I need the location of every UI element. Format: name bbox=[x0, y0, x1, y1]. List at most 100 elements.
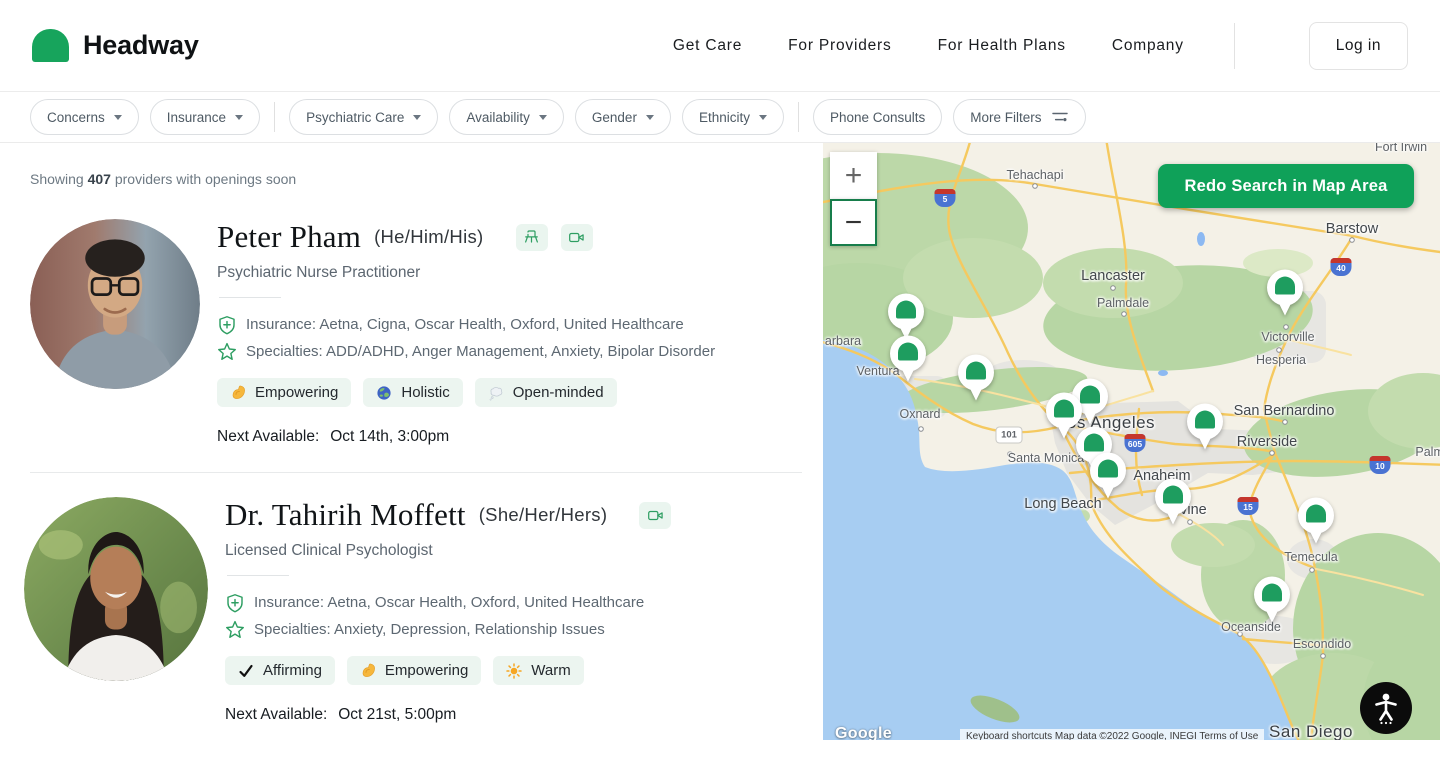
nav-for-providers[interactable]: For Providers bbox=[788, 37, 891, 55]
filter-label: Gender bbox=[592, 110, 637, 125]
nav-company[interactable]: Company bbox=[1112, 37, 1184, 55]
next-available-row: Next Available:Oct 21st, 5:00pm bbox=[225, 706, 671, 724]
map-city-label: Temecula bbox=[1284, 550, 1338, 564]
filter-insurance[interactable]: Insurance bbox=[150, 99, 260, 135]
headway-logo[interactable]: Headway bbox=[32, 29, 199, 62]
check-emoji bbox=[238, 663, 254, 679]
video-camera-icon bbox=[568, 229, 585, 246]
shield-plus-icon bbox=[217, 315, 237, 335]
provider-name[interactable]: Dr. Tahirih Moffett bbox=[225, 497, 466, 533]
map-city-label: San Diego bbox=[1269, 722, 1353, 740]
filter-label: Phone Consults bbox=[830, 110, 925, 125]
chair-icon bbox=[523, 229, 540, 246]
top-header: Headway Get Care For Providers For Healt… bbox=[0, 0, 1440, 92]
map-city-label: San Bernardino bbox=[1234, 403, 1335, 419]
nav-for-health-plans[interactable]: For Health Plans bbox=[938, 37, 1066, 55]
filter-more-filters[interactable]: More Filters bbox=[953, 99, 1085, 135]
headway-pin-icon bbox=[966, 362, 986, 380]
headway-pin-icon bbox=[1275, 277, 1295, 295]
map-pin[interactable] bbox=[1090, 453, 1126, 500]
headway-pin-icon bbox=[896, 301, 916, 319]
headway-pin-icon bbox=[1262, 584, 1282, 602]
google-logo[interactable]: Google bbox=[835, 725, 892, 740]
specialties-text: Specialties: ADD/ADHD, Anger Management,… bbox=[246, 338, 715, 365]
map-pin[interactable] bbox=[1187, 404, 1223, 451]
chevron-down-icon bbox=[759, 115, 767, 120]
chevron-down-icon bbox=[539, 115, 547, 120]
headway-pin-icon bbox=[1098, 460, 1118, 478]
brand-name: Headway bbox=[83, 30, 199, 61]
filter-divider bbox=[798, 102, 799, 132]
star-icon bbox=[225, 620, 245, 640]
chevron-down-icon bbox=[235, 115, 243, 120]
headway-pin-icon bbox=[1163, 486, 1183, 504]
filter-phone-consults[interactable]: Phone Consults bbox=[813, 99, 942, 135]
nav-get-care[interactable]: Get Care bbox=[673, 37, 742, 55]
filter-gender[interactable]: Gender bbox=[575, 99, 671, 135]
filter-divider bbox=[274, 102, 275, 132]
trait-badge: Empowering bbox=[217, 378, 351, 407]
provider-card[interactable]: Peter Pham (He/Him/His) Psychiatric Nurs… bbox=[30, 219, 803, 446]
in-person-session-chip bbox=[516, 224, 548, 251]
filter-label: More Filters bbox=[970, 110, 1041, 125]
highway-shield-icon: 40 bbox=[1331, 258, 1352, 276]
zoom-in-button[interactable]: + bbox=[830, 152, 877, 199]
provider-results-list: Showing 407 providers with openings soon bbox=[0, 143, 823, 777]
divider bbox=[219, 297, 281, 298]
headway-dome-icon bbox=[32, 29, 69, 62]
redo-search-button[interactable]: Redo Search in Map Area bbox=[1158, 164, 1414, 208]
headway-pin-icon bbox=[1084, 434, 1104, 452]
filter-ethnicity[interactable]: Ethnicity bbox=[682, 99, 784, 135]
provider-pronouns: (He/Him/His) bbox=[374, 226, 483, 248]
highway-shield-icon: 10 bbox=[1370, 456, 1391, 474]
video-session-chip bbox=[639, 502, 671, 529]
star-icon bbox=[217, 342, 237, 362]
map-pin[interactable] bbox=[888, 294, 924, 341]
filter-label: Ethnicity bbox=[699, 110, 750, 125]
accessibility-widget-button[interactable] bbox=[1360, 682, 1412, 734]
map-attribution[interactable]: Keyboard shortcuts Map data ©2022 Google… bbox=[960, 729, 1264, 740]
filter-concerns[interactable]: Concerns bbox=[30, 99, 139, 135]
map-pin[interactable] bbox=[890, 336, 926, 383]
next-available-value: Oct 21st, 5:00pm bbox=[338, 706, 456, 723]
trait-badge: Affirming bbox=[225, 656, 335, 685]
filter-label: Concerns bbox=[47, 110, 105, 125]
sun-emoji bbox=[506, 663, 522, 679]
login-button[interactable]: Log in bbox=[1309, 22, 1408, 70]
next-available-label: Next Available: bbox=[217, 428, 319, 445]
filter-availability[interactable]: Availability bbox=[449, 99, 564, 135]
provider-photo[interactable] bbox=[30, 219, 200, 389]
google-map[interactable]: Fort IrwinTehachapiBarstowLancasterPalmd… bbox=[823, 143, 1440, 740]
map-city-label: Tehachapi bbox=[1007, 168, 1064, 182]
results-summary: Showing 407 providers with openings soon bbox=[30, 171, 803, 187]
headway-search-page: Headway Get Care For Providers For Healt… bbox=[0, 0, 1440, 777]
map-pin[interactable] bbox=[958, 355, 994, 402]
provider-photo[interactable] bbox=[24, 497, 208, 681]
filter-lines-icon bbox=[1051, 110, 1069, 124]
provider-title: Psychiatric Nurse Practitioner bbox=[217, 264, 715, 282]
thought-bubble-emoji bbox=[488, 385, 504, 401]
main-nav: Get Care For Providers For Health Plans … bbox=[673, 22, 1408, 70]
map-city-label: Hesperia bbox=[1256, 353, 1306, 367]
filter-label: Insurance bbox=[167, 110, 226, 125]
trait-badge: Empowering bbox=[347, 656, 481, 685]
map-city-label: Santa Monica bbox=[1008, 451, 1084, 465]
headway-pin-icon bbox=[1054, 400, 1074, 418]
highway-shield-icon: 101 bbox=[997, 428, 1022, 443]
provider-name[interactable]: Peter Pham bbox=[217, 219, 361, 255]
next-available-row: Next Available:Oct 14th, 3:00pm bbox=[217, 428, 715, 446]
specialties-text: Specialties: Anxiety, Depression, Relati… bbox=[254, 616, 605, 643]
headway-pin-icon bbox=[1080, 386, 1100, 404]
map-pin[interactable] bbox=[1298, 498, 1334, 545]
shield-plus-icon bbox=[225, 593, 245, 613]
provider-card[interactable]: Dr. Tahirih Moffett (She/Her/Hers) Licen… bbox=[24, 497, 803, 724]
insurance-row: Insurance: Aetna, Cigna, Oscar Health, O… bbox=[217, 311, 715, 338]
nav-divider bbox=[1234, 23, 1235, 69]
map-pin[interactable] bbox=[1155, 479, 1191, 526]
globe-emoji bbox=[376, 385, 392, 401]
filter-psychiatric-care[interactable]: Psychiatric Care bbox=[289, 99, 438, 135]
results-count: 407 bbox=[88, 171, 111, 187]
map-pin[interactable] bbox=[1267, 270, 1303, 317]
map-pin[interactable] bbox=[1254, 577, 1290, 624]
zoom-out-button[interactable]: − bbox=[830, 199, 877, 246]
